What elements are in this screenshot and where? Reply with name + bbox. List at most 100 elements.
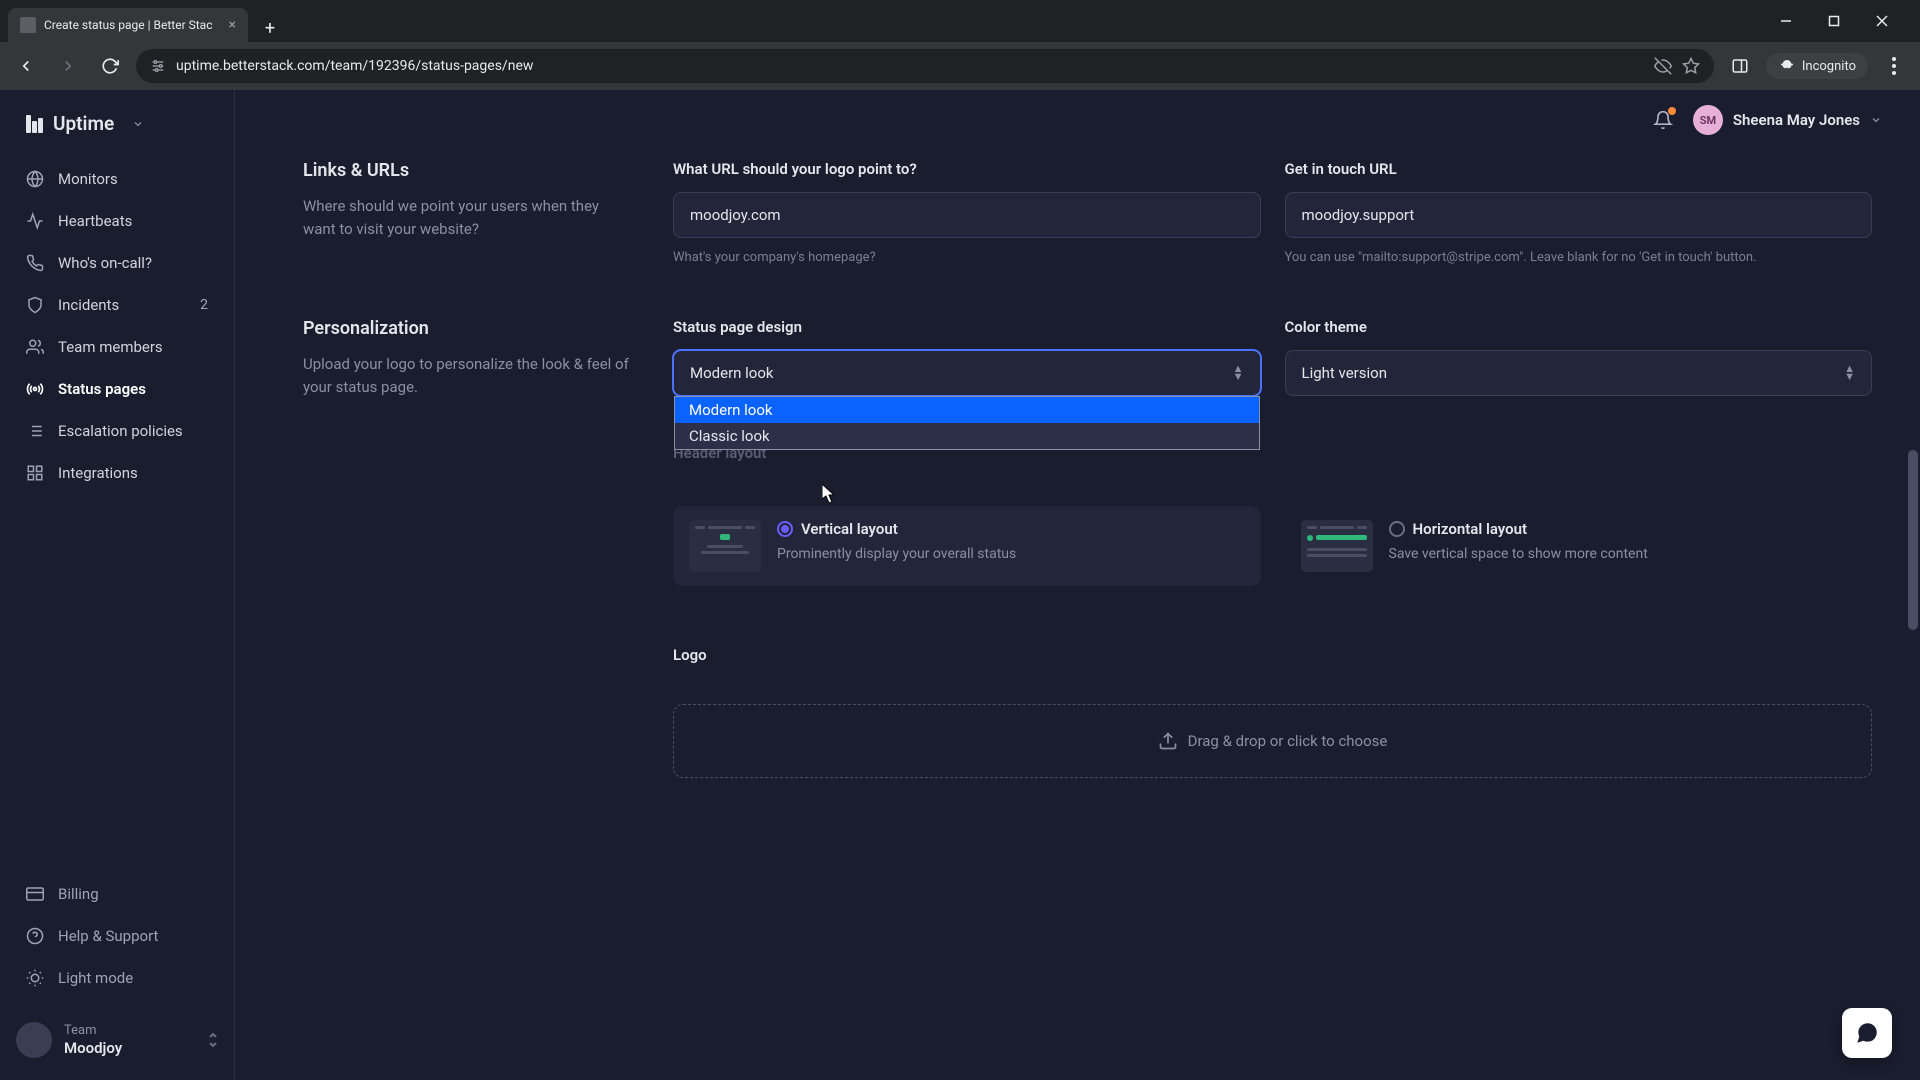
sidebar-item-label: Incidents: [58, 296, 119, 314]
users-icon: [26, 338, 44, 356]
app: Uptime Monitors Heartbeats Who's on-call…: [0, 90, 1920, 1080]
bookmark-star-icon[interactable]: [1682, 57, 1700, 75]
logo-label: Logo: [673, 646, 1872, 664]
section-personalization: Personalization Upload your logo to pers…: [303, 318, 1872, 778]
sidebar-item-incidents[interactable]: Incidents 2: [10, 285, 224, 325]
scrollbar[interactable]: [1906, 180, 1920, 1080]
user-menu[interactable]: SM Sheena May Jones: [1693, 105, 1882, 135]
browser-menu-button[interactable]: [1878, 50, 1910, 82]
tab-close-icon[interactable]: ×: [229, 17, 236, 33]
sidebar-item-heartbeats[interactable]: Heartbeats: [10, 201, 224, 241]
contact-url-input[interactable]: [1285, 192, 1873, 238]
radio-on-icon: [777, 521, 793, 537]
sidebar-item-monitors[interactable]: Monitors: [10, 159, 224, 199]
layout-desc: Prominently display your overall status: [777, 544, 1245, 564]
section-links: Links & URLs Where should we point your …: [303, 160, 1872, 268]
globe-icon: [26, 170, 44, 188]
contact-url-hint: You can use "mailto:support@stripe.com".…: [1285, 248, 1873, 268]
sidebar-item-label: Escalation policies: [58, 422, 183, 440]
brand-switcher[interactable]: Uptime: [0, 112, 234, 159]
dropdown-option-classic[interactable]: Classic look: [675, 423, 1259, 449]
theme-select[interactable]: Light version ▲▼: [1285, 350, 1873, 396]
design-value: Modern look: [690, 364, 774, 382]
sidebar-item-label: Integrations: [58, 464, 138, 482]
sidebar-item-label: Team members: [58, 338, 163, 356]
sidebar-item-label: Light mode: [58, 969, 133, 987]
theme-value: Light version: [1302, 364, 1387, 382]
sidebar-item-label: Billing: [58, 885, 99, 903]
section-title: Personalization: [303, 318, 633, 339]
sidebar-item-status-pages[interactable]: Status pages: [10, 369, 224, 409]
back-button[interactable]: [10, 50, 42, 82]
layout-option-vertical[interactable]: Vertical layout Prominently display your…: [673, 506, 1261, 586]
layout-name: Horizontal layout: [1413, 520, 1528, 538]
layout-preview-vertical: [689, 520, 761, 572]
broadcast-icon: [26, 380, 44, 398]
side-panel-icon[interactable]: [1724, 50, 1756, 82]
main: SM Sheena May Jones Links & URLs Where s…: [235, 90, 1920, 1080]
layout-option-horizontal[interactable]: Horizontal layout Save vertical space to…: [1285, 506, 1873, 586]
layout-name: Vertical layout: [801, 520, 898, 538]
sidebar-bottom: Billing Help & Support Light mode: [0, 874, 234, 998]
sidebar-item-label: Status pages: [58, 380, 146, 398]
address-bar[interactable]: uptime.betterstack.com/team/192396/statu…: [136, 49, 1714, 83]
logo-dropzone[interactable]: Drag & drop or click to choose: [673, 704, 1872, 778]
address-row: uptime.betterstack.com/team/192396/statu…: [0, 42, 1920, 90]
new-tab-button[interactable]: +: [256, 14, 284, 42]
updown-icon: ▲▼: [1233, 365, 1244, 380]
list-icon: [26, 422, 44, 440]
phone-icon: [26, 254, 44, 272]
incognito-label: Incognito: [1802, 59, 1856, 74]
sidebar-item-label: Help & Support: [58, 927, 158, 945]
shield-icon: [26, 296, 44, 314]
scrollbar-thumb[interactable]: [1908, 450, 1918, 630]
incognito-icon: [1778, 57, 1796, 75]
sidebar-item-oncall[interactable]: Who's on-call?: [10, 243, 224, 283]
forward-button[interactable]: [52, 50, 84, 82]
sidebar-item-integrations[interactable]: Integrations: [10, 453, 224, 493]
updown-icon: [208, 1032, 218, 1048]
reload-button[interactable]: [94, 50, 126, 82]
activity-icon: [26, 212, 44, 230]
maximize-button[interactable]: [1816, 7, 1852, 35]
contact-url-label: Get in touch URL: [1285, 160, 1873, 178]
design-label: Status page design: [673, 318, 1261, 336]
logo-url-input[interactable]: [673, 192, 1261, 238]
chevron-down-icon: [1870, 114, 1882, 126]
dropdown-option-modern[interactable]: Modern look: [675, 397, 1259, 423]
section-desc: Where should we point your users when th…: [303, 195, 633, 242]
section-desc: Upload your logo to personalize the look…: [303, 353, 633, 400]
dropzone-text: Drag & drop or click to choose: [1188, 732, 1388, 750]
updown-icon: ▲▼: [1844, 365, 1855, 380]
minimize-button[interactable]: [1768, 7, 1804, 35]
layout-desc: Save vertical space to show more content: [1389, 544, 1857, 564]
team-switcher[interactable]: Team Moodjoy: [0, 1008, 234, 1068]
notification-dot: [1668, 107, 1676, 115]
radio-off-icon: [1389, 521, 1405, 537]
sidebar-item-light-mode[interactable]: Light mode: [10, 958, 224, 998]
content: Links & URLs Where should we point your …: [235, 150, 1920, 1080]
chat-widget-button[interactable]: [1842, 1008, 1892, 1058]
sidebar-item-help[interactable]: Help & Support: [10, 916, 224, 956]
incognito-badge[interactable]: Incognito: [1766, 53, 1868, 79]
chat-icon: [1854, 1020, 1880, 1046]
sidebar-item-escalation[interactable]: Escalation policies: [10, 411, 224, 451]
close-window-button[interactable]: [1864, 7, 1900, 35]
tab-bar: Create status page | Better Stac × +: [0, 0, 1920, 42]
design-select[interactable]: Modern look ▲▼ Modern look Classic look: [673, 350, 1261, 396]
sidebar-item-team-members[interactable]: Team members: [10, 327, 224, 367]
browser-tab[interactable]: Create status page | Better Stac ×: [8, 8, 248, 42]
team-avatar: [16, 1022, 52, 1058]
section-title: Links & URLs: [303, 160, 633, 181]
chevron-down-icon: [132, 118, 144, 130]
help-circle-icon: [26, 927, 44, 945]
site-settings-icon[interactable]: [150, 58, 166, 74]
notifications-button[interactable]: [1653, 110, 1673, 130]
team-name: Moodjoy: [64, 1039, 122, 1058]
eye-off-icon[interactable]: [1654, 57, 1672, 75]
grid-icon: [26, 464, 44, 482]
sidebar-item-billing[interactable]: Billing: [10, 874, 224, 914]
logo-url-label: What URL should your logo point to?: [673, 160, 1261, 178]
brand-name: Uptime: [53, 112, 114, 135]
nav-list: Monitors Heartbeats Who's on-call? Incid…: [0, 159, 234, 874]
